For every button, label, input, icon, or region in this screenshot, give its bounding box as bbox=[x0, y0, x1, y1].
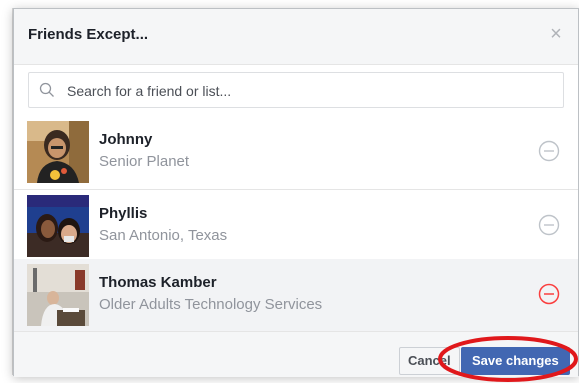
close-icon[interactable]: × bbox=[546, 24, 566, 44]
friend-name[interactable]: Phyllis bbox=[99, 205, 147, 222]
remove-icon[interactable] bbox=[538, 214, 560, 236]
save-changes-button[interactable]: Save changes bbox=[461, 347, 570, 375]
avatar bbox=[27, 121, 89, 183]
remove-icon[interactable] bbox=[538, 283, 560, 305]
friend-row-thomas-kamber: Thomas Kamber Older Adults Technology Se… bbox=[14, 259, 578, 333]
dialog-footer: Cancel Save changes bbox=[14, 331, 578, 377]
avatar bbox=[27, 264, 89, 326]
dialog-title: Friends Except... bbox=[28, 26, 149, 43]
search-icon bbox=[39, 82, 54, 97]
cancel-button[interactable]: Cancel bbox=[399, 347, 460, 375]
remove-icon[interactable] bbox=[538, 140, 560, 162]
friend-subtitle: San Antonio, Texas bbox=[99, 227, 228, 244]
friend-search-box[interactable] bbox=[28, 72, 564, 108]
background-page-edge bbox=[0, 0, 14, 375]
search-input[interactable] bbox=[65, 80, 549, 102]
friend-row-johnny: Johnny Senior Planet bbox=[14, 116, 578, 190]
friend-subtitle: Senior Planet bbox=[99, 153, 190, 170]
friend-row-phyllis: Phyllis San Antonio, Texas bbox=[14, 190, 578, 264]
avatar bbox=[27, 195, 89, 257]
friend-name[interactable]: Johnny bbox=[99, 131, 152, 148]
friends-except-dialog: Friends Except... × Johnny Senior Pla bbox=[13, 8, 579, 377]
dialog-header: Friends Except... × bbox=[14, 9, 578, 65]
friend-subtitle: Older Adults Technology Services bbox=[99, 296, 323, 313]
friend-name[interactable]: Thomas Kamber bbox=[99, 274, 217, 291]
